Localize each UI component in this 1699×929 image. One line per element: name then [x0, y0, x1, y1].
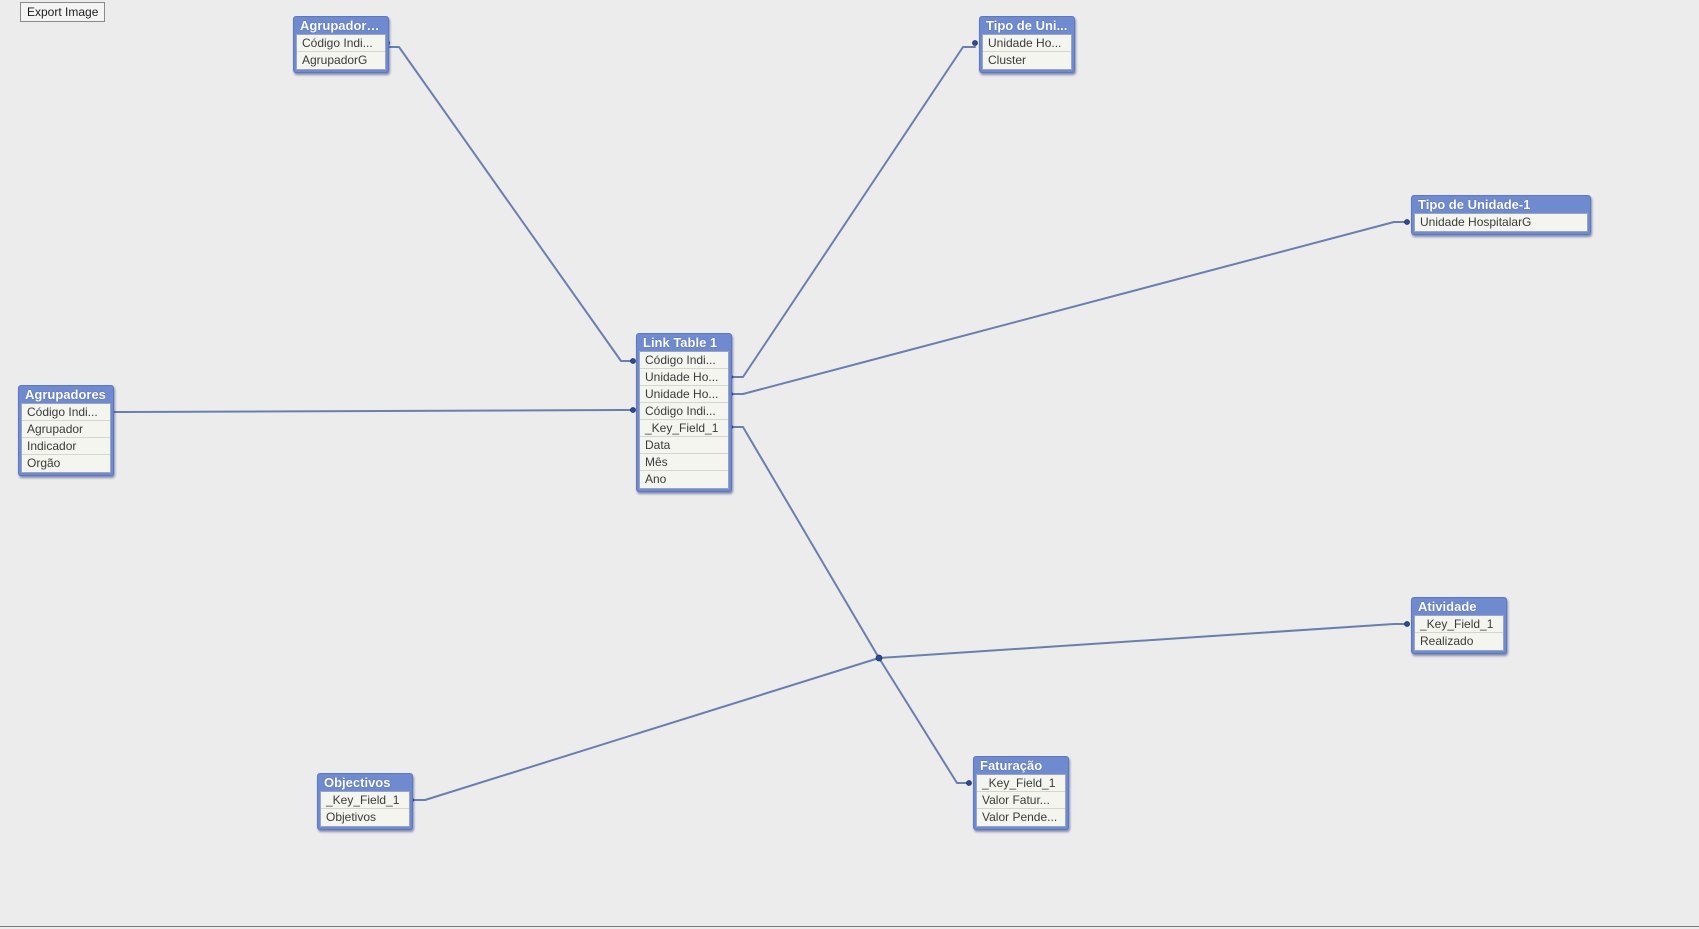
table-field[interactable]: Indicador	[22, 438, 110, 455]
table-faturacao[interactable]: Faturação _Key_Field_1 Valor Fatur... Va…	[973, 756, 1069, 830]
table-field[interactable]: Código Indi...	[297, 35, 385, 52]
table-tipo-de-unidade[interactable]: Tipo de Uni... Unidade Ho... Cluster	[979, 16, 1075, 73]
table-tipo-de-unidade-1[interactable]: Tipo de Unidade-1 Unidade HospitalarG	[1411, 195, 1591, 235]
table-field[interactable]: Cluster	[983, 52, 1071, 69]
link-hub-dot	[875, 654, 883, 662]
table-field[interactable]: Unidade Ho...	[640, 369, 728, 386]
link-endpoint-dot	[1404, 621, 1410, 627]
table-fields: Unidade HospitalarG	[1414, 213, 1588, 232]
table-atividade[interactable]: Atividade _Key_Field_1 Realizado	[1411, 597, 1507, 654]
table-field[interactable]: _Key_Field_1	[640, 420, 728, 437]
link-hub-faturacao	[878, 657, 970, 784]
table-field[interactable]: AgrupadorG	[297, 52, 385, 69]
table-field[interactable]: Mês	[640, 454, 728, 471]
table-title: Atividade	[1418, 599, 1477, 614]
link-tipounidade1-linktable	[729, 221, 1407, 395]
table-fields: _Key_Field_1 Valor Fatur... Valor Pende.…	[976, 774, 1066, 827]
table-field[interactable]: _Key_Field_1	[1415, 616, 1503, 633]
table-fields: Código Indi... AgrupadorG	[296, 34, 386, 70]
association-links	[108, 40, 1410, 803]
table-field[interactable]: Código Indi...	[22, 404, 110, 421]
table-title: Agrupadores	[25, 387, 106, 402]
bottom-border-divider	[0, 926, 1699, 927]
table-agrupadoresg[interactable]: AgrupadoresG Código Indi... AgrupadorG	[293, 16, 389, 73]
table-field[interactable]: Código Indi...	[640, 352, 728, 369]
table-fields: Código Indi... Agrupador Indicador Orgão	[21, 403, 111, 473]
link-agrupadores-linktable	[110, 409, 634, 413]
table-field[interactable]: Agrupador	[22, 421, 110, 438]
table-field[interactable]: Valor Pende...	[977, 809, 1065, 826]
table-fields: Código Indi... Unidade Ho... Unidade Ho.…	[639, 351, 729, 489]
table-fields: _Key_Field_1 Objetivos	[320, 791, 410, 827]
table-agrupadores[interactable]: Agrupadores Código Indi... Agrupador Ind…	[18, 385, 114, 476]
link-endpoint-dot	[966, 780, 972, 786]
table-field[interactable]: Código Indi...	[640, 403, 728, 420]
link-hub-objectivos	[410, 657, 880, 801]
export-image-button[interactable]: Export Image	[20, 2, 106, 22]
table-title: Tipo de Unidade-1	[1418, 197, 1531, 212]
table-title: AgrupadoresG	[300, 18, 386, 33]
table-objectivos[interactable]: Objectivos _Key_Field_1 Objetivos	[317, 773, 413, 830]
link-agrupadoresg-linktable	[386, 46, 634, 362]
table-field[interactable]: Ano	[640, 471, 728, 488]
table-field[interactable]: Unidade Ho...	[640, 386, 728, 403]
table-field[interactable]: Objetivos	[321, 809, 409, 826]
table-field[interactable]: _Key_Field_1	[977, 775, 1065, 792]
link-hub-atividade	[878, 623, 1408, 659]
table-title: Faturação	[980, 758, 1043, 773]
table-fields: _Key_Field_1 Realizado	[1414, 615, 1504, 651]
link-endpoint-dot	[972, 40, 978, 46]
table-viewer-canvas: Export Image AgrupadoresG Código Indi...…	[0, 0, 1699, 929]
link-endpoint-dot	[630, 407, 636, 413]
link-endpoint-dot	[630, 358, 636, 364]
table-title: Objectivos	[324, 775, 391, 790]
table-field[interactable]: Orgão	[22, 455, 110, 472]
table-field[interactable]: _Key_Field_1	[321, 792, 409, 809]
table-field[interactable]: Unidade HospitalarG	[1415, 214, 1587, 231]
table-field[interactable]: Unidade Ho...	[983, 35, 1071, 52]
table-title: Link Table 1	[643, 335, 718, 350]
table-title: Tipo de Uni...	[986, 18, 1068, 33]
table-fields: Unidade Ho... Cluster	[982, 34, 1072, 70]
table-field[interactable]: Data	[640, 437, 728, 454]
link-tipounidade-linktable	[729, 46, 976, 378]
link-linktable-keyfield-hub	[729, 426, 880, 659]
table-link-table-1[interactable]: Link Table 1 Código Indi... Unidade Ho..…	[636, 333, 732, 492]
table-field[interactable]: Valor Fatur...	[977, 792, 1065, 809]
table-field[interactable]: Realizado	[1415, 633, 1503, 650]
link-endpoint-dot	[1404, 219, 1410, 225]
